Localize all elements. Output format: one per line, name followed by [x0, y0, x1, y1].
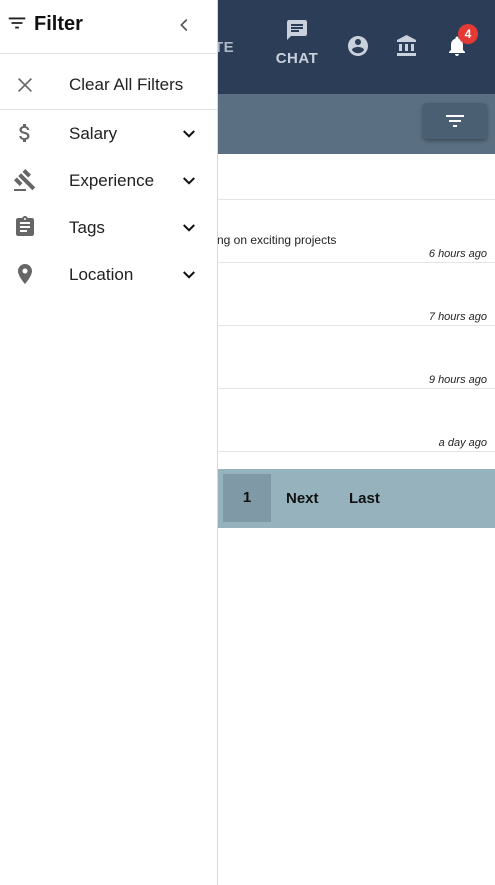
- chevron-down-icon: [183, 224, 195, 232]
- chevron-left-icon[interactable]: [174, 14, 196, 36]
- filter-item-label: Tags: [69, 218, 105, 237]
- gavel-icon: [13, 169, 36, 191]
- clear-all-filters-label: Clear All Filters: [69, 75, 184, 94]
- nav-chat[interactable]: CHAT: [270, 18, 324, 74]
- page-1-button[interactable]: 1: [223, 474, 271, 522]
- dollar-icon: [19, 124, 30, 142]
- clipboard-icon: [16, 216, 34, 236]
- filter-item-label: Location: [69, 265, 134, 284]
- clear-all-filters-button[interactable]: Clear All Filters: [0, 54, 217, 110]
- account-icon[interactable]: [346, 34, 370, 58]
- bank-icon[interactable]: [395, 34, 419, 58]
- close-icon: [17, 77, 33, 93]
- notification-badge: 4: [458, 24, 478, 44]
- job-time: 6 hours ago: [428, 248, 487, 260]
- filter-item-label: Experience: [69, 171, 155, 190]
- filter-item-experience[interactable]: Experience: [0, 157, 217, 204]
- chat-icon: [287, 20, 307, 40]
- chevron-down-icon: [183, 130, 195, 138]
- filter-item-salary[interactable]: Salary: [0, 110, 217, 157]
- filter-drawer: Filter Clear All Filters Salary Experien…: [0, 0, 218, 885]
- drawer-title: Filter: [34, 13, 83, 35]
- filter-item-label: Salary: [69, 124, 118, 143]
- filter-item-tags[interactable]: Tags: [0, 204, 217, 251]
- last-page-link[interactable]: Last: [349, 490, 380, 507]
- drawer-header: Filter: [0, 0, 217, 54]
- job-time: 9 hours ago: [428, 374, 487, 386]
- next-page-link[interactable]: Next: [286, 490, 319, 507]
- job-description: ng on exciting projects: [217, 233, 337, 247]
- filter-button[interactable]: [423, 103, 487, 139]
- filter-item-location[interactable]: Location: [0, 251, 217, 298]
- chevron-down-icon: [183, 271, 195, 279]
- filter-list-icon: [446, 115, 464, 127]
- job-time: 7 hours ago: [428, 311, 487, 323]
- chevron-down-icon: [183, 177, 195, 185]
- job-time: a day ago: [438, 437, 487, 449]
- nav-chat-label: CHAT: [275, 50, 319, 67]
- filter-list-icon: [8, 17, 26, 29]
- location-pin-icon: [18, 264, 32, 284]
